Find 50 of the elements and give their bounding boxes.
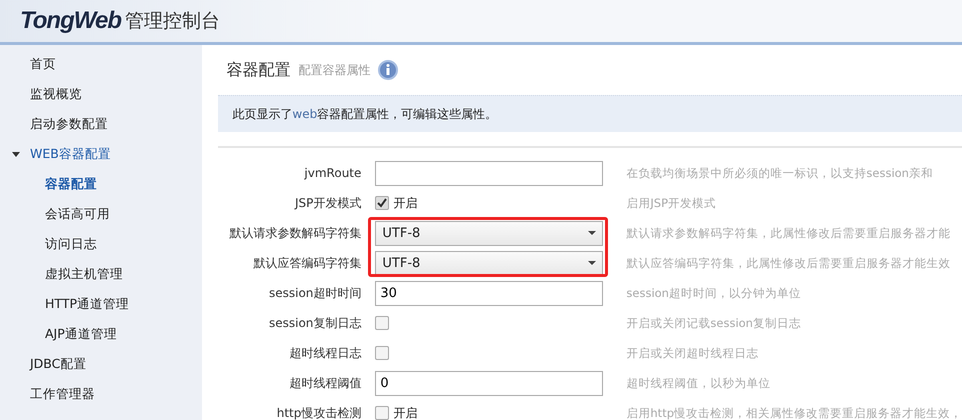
nav-item[interactable]: AJP通道管理 [0, 319, 202, 349]
nav-item[interactable]: WEB容器配置 [0, 139, 202, 169]
field-description: 开启或关闭超时线程日志 [626, 346, 758, 360]
nav-item[interactable]: JDBC配置 [0, 349, 202, 379]
nav-item[interactable]: 首页 [0, 49, 202, 79]
field-label: 超时线程日志 [288, 344, 362, 362]
info-text: 此页显示了web容器配置属性，可编辑这些属性。 [232, 106, 498, 122]
caret-icon [588, 261, 596, 265]
nav-item[interactable]: 虚拟主机管理 [0, 259, 202, 289]
field-label: session复制日志 [268, 314, 362, 332]
field-label: http慢攻击检测 [276, 404, 362, 420]
checkbox[interactable] [375, 196, 390, 210]
field-label: JSP开发模式 [293, 194, 362, 212]
caret-icon [588, 231, 596, 235]
dropdown[interactable]: UTF-8 [375, 250, 604, 276]
page-subtitle: 配置容器属性 [298, 62, 370, 78]
checkbox[interactable] [375, 316, 390, 330]
checkbox[interactable] [375, 346, 390, 360]
nav-item[interactable]: 启动参数配置 [0, 109, 202, 139]
nav-item[interactable]: 工作管理器 [0, 379, 202, 409]
app-title: 管理控制台 [124, 9, 220, 34]
logo: TongWeb [20, 7, 121, 35]
field-label: 超时线程阈值 [288, 374, 362, 392]
info-icon[interactable] [378, 60, 398, 80]
checkbox-label: 开启 [393, 194, 418, 212]
nav-item[interactable]: 容器配置 [0, 169, 202, 199]
nav-item[interactable]: 访问日志 [0, 229, 202, 259]
collapse-icon [12, 152, 20, 157]
field-description: 开启或关闭记载session复制日志 [626, 316, 801, 330]
text-field[interactable]: 0 [375, 370, 604, 396]
field-description: session超时时间，以分钟为单位 [626, 286, 801, 300]
nav-item[interactable]: 会话高可用 [0, 199, 202, 229]
field-description: 启用JSP开发模式 [626, 196, 716, 210]
field-description: 在负载均衡场景中所必须的唯一标识，以支持session亲和 [626, 166, 933, 180]
field-description: 默认请求参数解码字符集，此属性修改后需要重启服务器才能 [626, 226, 950, 240]
field-description: 启用http慢攻击检测，相关属性修改需要重启服务器才能生效， [626, 406, 962, 420]
field-label: 默认请求参数解码字符集 [228, 224, 362, 242]
nav-item[interactable]: 监视概览 [0, 79, 202, 109]
field-label: session超时时间 [268, 284, 362, 302]
field-description: 超时线程阈值，以秒为单位 [626, 376, 770, 390]
nav-item[interactable]: HTTP通道管理 [0, 289, 202, 319]
dropdown[interactable]: UTF-8 [375, 220, 604, 246]
checkbox-label: 开启 [393, 404, 418, 420]
checkbox[interactable] [375, 406, 390, 420]
field-description: 默认应答编码字符集，此属性修改后需要重启服务器才能生效 [626, 256, 950, 270]
field-label: jvmRoute [303, 166, 362, 180]
text-field[interactable] [375, 160, 604, 186]
field-label: 默认应答编码字符集 [252, 254, 362, 272]
text-field[interactable]: 30 [375, 280, 604, 306]
page-title: 容器配置 [226, 60, 290, 80]
